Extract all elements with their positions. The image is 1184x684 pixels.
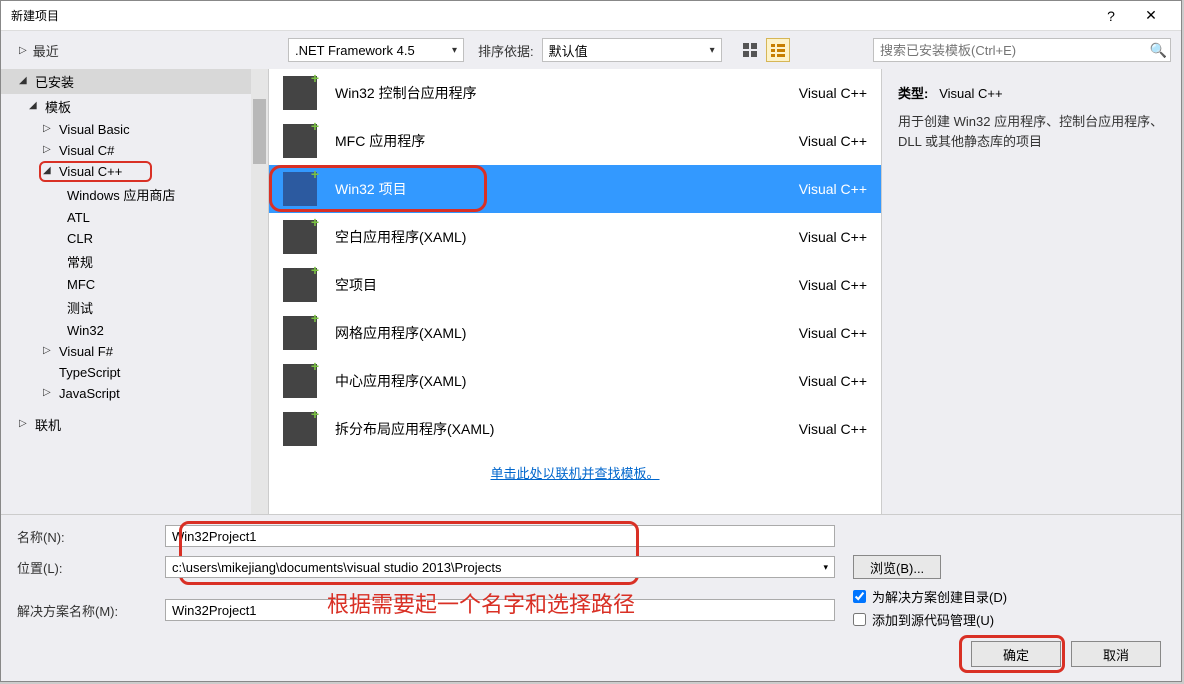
template-icon [283, 364, 317, 398]
chevron-right-icon: ▷ [43, 123, 55, 134]
scrollbar-thumb[interactable] [253, 99, 266, 164]
sort-combo[interactable]: 默认值 [542, 38, 722, 62]
solution-row: 解决方案名称(M): 根据需要起一个名字和选择路径 为解决方案创建目录(D) 添… [17, 587, 1165, 633]
search-wrap: 🔍 [873, 38, 1171, 62]
browse-button[interactable]: 浏览(B)... [853, 555, 941, 579]
online-search-link-wrap: 单击此处以联机并查找模板。 [269, 453, 881, 493]
tree-fsharp[interactable]: ▷Visual F# [1, 341, 268, 362]
template-icon [283, 268, 317, 302]
installed-header[interactable]: ◢ 已安装 [1, 69, 268, 94]
left-tree: ◢ 已安装 ◢ 模板 ▷Visual Basic ▷Visual C# ◢Vis… [1, 69, 269, 514]
framework-value: .NET Framework 4.5 [295, 43, 415, 58]
bottom-form: 名称(N): 位置(L): c:\users\mikejiang\documen… [1, 514, 1181, 681]
toolbar: ▷ 最近 .NET Framework 4.5 排序依据: 默认值 🔍 [1, 31, 1181, 69]
template-item[interactable]: 中心应用程序(XAML)Visual C++ [269, 357, 881, 405]
template-item[interactable]: MFC 应用程序Visual C++ [269, 117, 881, 165]
template-icon [283, 412, 317, 446]
location-combo[interactable]: c:\users\mikejiang\documents\visual stud… [165, 556, 835, 578]
online-search-link[interactable]: 单击此处以联机并查找模板。 [490, 466, 659, 481]
view-list-button[interactable] [766, 38, 790, 62]
right-panel: 类型: Visual C++ 用于创建 Win32 应用程序、控制台应用程序、D… [881, 69, 1181, 514]
recent-header[interactable]: ▷ 最近 [1, 31, 288, 69]
name-input[interactable] [165, 525, 835, 547]
bottom-buttons: 确定 取消 [17, 641, 1165, 667]
chevron-right-icon: ▷ [19, 45, 27, 56]
source-control-check-row: 添加到源代码管理(U) [853, 610, 1007, 629]
create-dir-checkbox[interactable] [853, 590, 866, 603]
checks: 为解决方案创建目录(D) 添加到源代码管理(U) [853, 587, 1007, 633]
tree-ts[interactable]: TypeScript [1, 362, 268, 383]
chevron-down-icon: ◢ [19, 75, 31, 86]
type-label: 类型: [898, 86, 928, 101]
search-icon[interactable]: 🔍 [1150, 42, 1167, 59]
tree-clr[interactable]: CLR [1, 228, 268, 249]
create-dir-label: 为解决方案创建目录(D) [872, 587, 1007, 606]
templates-label: 模板 [45, 97, 71, 116]
view-medium-icons-button[interactable] [738, 38, 762, 62]
tree-mfc[interactable]: MFC [1, 274, 268, 295]
sort-value: 默认值 [549, 41, 588, 60]
dialog-title: 新建项目 [11, 7, 1091, 24]
template-icon [283, 124, 317, 158]
type-value: Visual C++ [939, 86, 1002, 101]
template-list: Win32 控制台应用程序Visual C++ MFC 应用程序Visual C… [269, 69, 881, 514]
recent-label: 最近 [33, 41, 59, 60]
create-dir-check-row: 为解决方案创建目录(D) [853, 587, 1007, 606]
source-control-checkbox[interactable] [853, 613, 866, 626]
tree-vcpp[interactable]: ◢Visual C++ [1, 161, 268, 182]
tree-ceshi[interactable]: 测试 [1, 295, 268, 320]
chevron-down-icon: ◢ [43, 165, 55, 176]
framework-combo[interactable]: .NET Framework 4.5 [288, 38, 464, 62]
help-button[interactable]: ? [1091, 2, 1131, 30]
chevron-right-icon: ▷ [43, 144, 55, 155]
grid-icon [742, 42, 758, 58]
template-item[interactable]: 空白应用程序(XAML)Visual C++ [269, 213, 881, 261]
ok-button[interactable]: 确定 [971, 641, 1061, 667]
template-icon [283, 316, 317, 350]
tree-scrollbar[interactable] [251, 69, 268, 514]
template-item[interactable]: 空项目Visual C++ [269, 261, 881, 309]
tree-changgui[interactable]: 常规 [1, 249, 268, 274]
search-input[interactable] [873, 38, 1171, 62]
close-button[interactable]: ✕ [1131, 2, 1171, 30]
tree-vb[interactable]: ▷Visual Basic [1, 119, 268, 140]
main-area: ◢ 已安装 ◢ 模板 ▷Visual Basic ▷Visual C# ◢Vis… [1, 69, 1181, 514]
chevron-down-icon: ◢ [29, 100, 41, 111]
titlebar: 新建项目 ? ✕ [1, 1, 1181, 31]
chevron-right-icon: ▷ [43, 387, 55, 398]
online-header[interactable]: ▷ 联机 [1, 412, 268, 437]
tree-atl[interactable]: ATL [1, 207, 268, 228]
name-label: 名称(N): [17, 527, 165, 546]
type-row: 类型: Visual C++ [898, 83, 1165, 102]
template-icon [283, 220, 317, 254]
solution-label: 解决方案名称(M): [17, 601, 165, 620]
tree-win32[interactable]: Win32 [1, 320, 268, 341]
tree-winstore[interactable]: Windows 应用商店 [1, 182, 268, 207]
chevron-right-icon: ▷ [19, 418, 31, 429]
chevron-right-icon: ▷ [43, 345, 55, 356]
template-item[interactable]: 拆分布局应用程序(XAML)Visual C++ [269, 405, 881, 453]
tree-js[interactable]: ▷JavaScript [1, 383, 268, 404]
template-description: 用于创建 Win32 应用程序、控制台应用程序、DLL 或其他静态库的项目 [898, 112, 1165, 151]
toolbar-middle: .NET Framework 4.5 排序依据: 默认值 [288, 38, 873, 62]
template-icon [283, 76, 317, 110]
sort-label: 排序依据: [478, 41, 534, 60]
template-item-selected[interactable]: Win32 项目Visual C++ [269, 165, 881, 213]
cancel-button[interactable]: 取消 [1071, 641, 1161, 667]
annotation-text: 根据需要起一个名字和选择路径 [327, 587, 635, 619]
location-row: 位置(L): c:\users\mikejiang\documents\visu… [17, 555, 1165, 579]
name-row: 名称(N): [17, 525, 1165, 547]
tree-csharp[interactable]: ▷Visual C# [1, 140, 268, 161]
online-label: 联机 [35, 415, 61, 434]
template-item[interactable]: Win32 控制台应用程序Visual C++ [269, 69, 881, 117]
source-control-label: 添加到源代码管理(U) [872, 610, 994, 629]
tree-templates[interactable]: ◢ 模板 [1, 94, 268, 119]
installed-label: 已安装 [35, 72, 74, 91]
location-label: 位置(L): [17, 558, 165, 577]
view-mode-buttons [738, 38, 790, 62]
template-item[interactable]: 网格应用程序(XAML)Visual C++ [269, 309, 881, 357]
new-project-dialog: 新建项目 ? ✕ ▷ 最近 .NET Framework 4.5 排序依据: 默… [0, 0, 1182, 682]
list-icon [770, 42, 786, 58]
template-icon [283, 172, 317, 206]
